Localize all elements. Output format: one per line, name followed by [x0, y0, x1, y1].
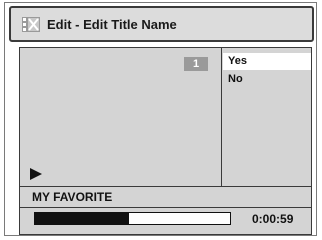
playback-progress-bar: [34, 212, 231, 225]
video-preview: 1: [20, 48, 222, 186]
title-bar: Edit - Edit Title Name: [9, 6, 314, 42]
chapter-number-badge: 1: [184, 57, 208, 71]
option-no[interactable]: No: [223, 71, 311, 88]
playback-progress-fill: [35, 213, 129, 224]
edit-panel: 1 Yes No MY FAVORITE 0:00:59: [19, 47, 312, 235]
title-name-row: MY FAVORITE: [20, 186, 311, 208]
playback-time: 0:00:59: [252, 212, 294, 226]
play-icon: [30, 168, 42, 180]
option-yes[interactable]: Yes: [223, 53, 311, 70]
page-title: Edit - Edit Title Name: [47, 17, 177, 32]
title-name: MY FAVORITE: [32, 190, 113, 204]
edit-scene-icon: [22, 17, 40, 32]
confirm-options-list: Yes No: [222, 48, 311, 186]
